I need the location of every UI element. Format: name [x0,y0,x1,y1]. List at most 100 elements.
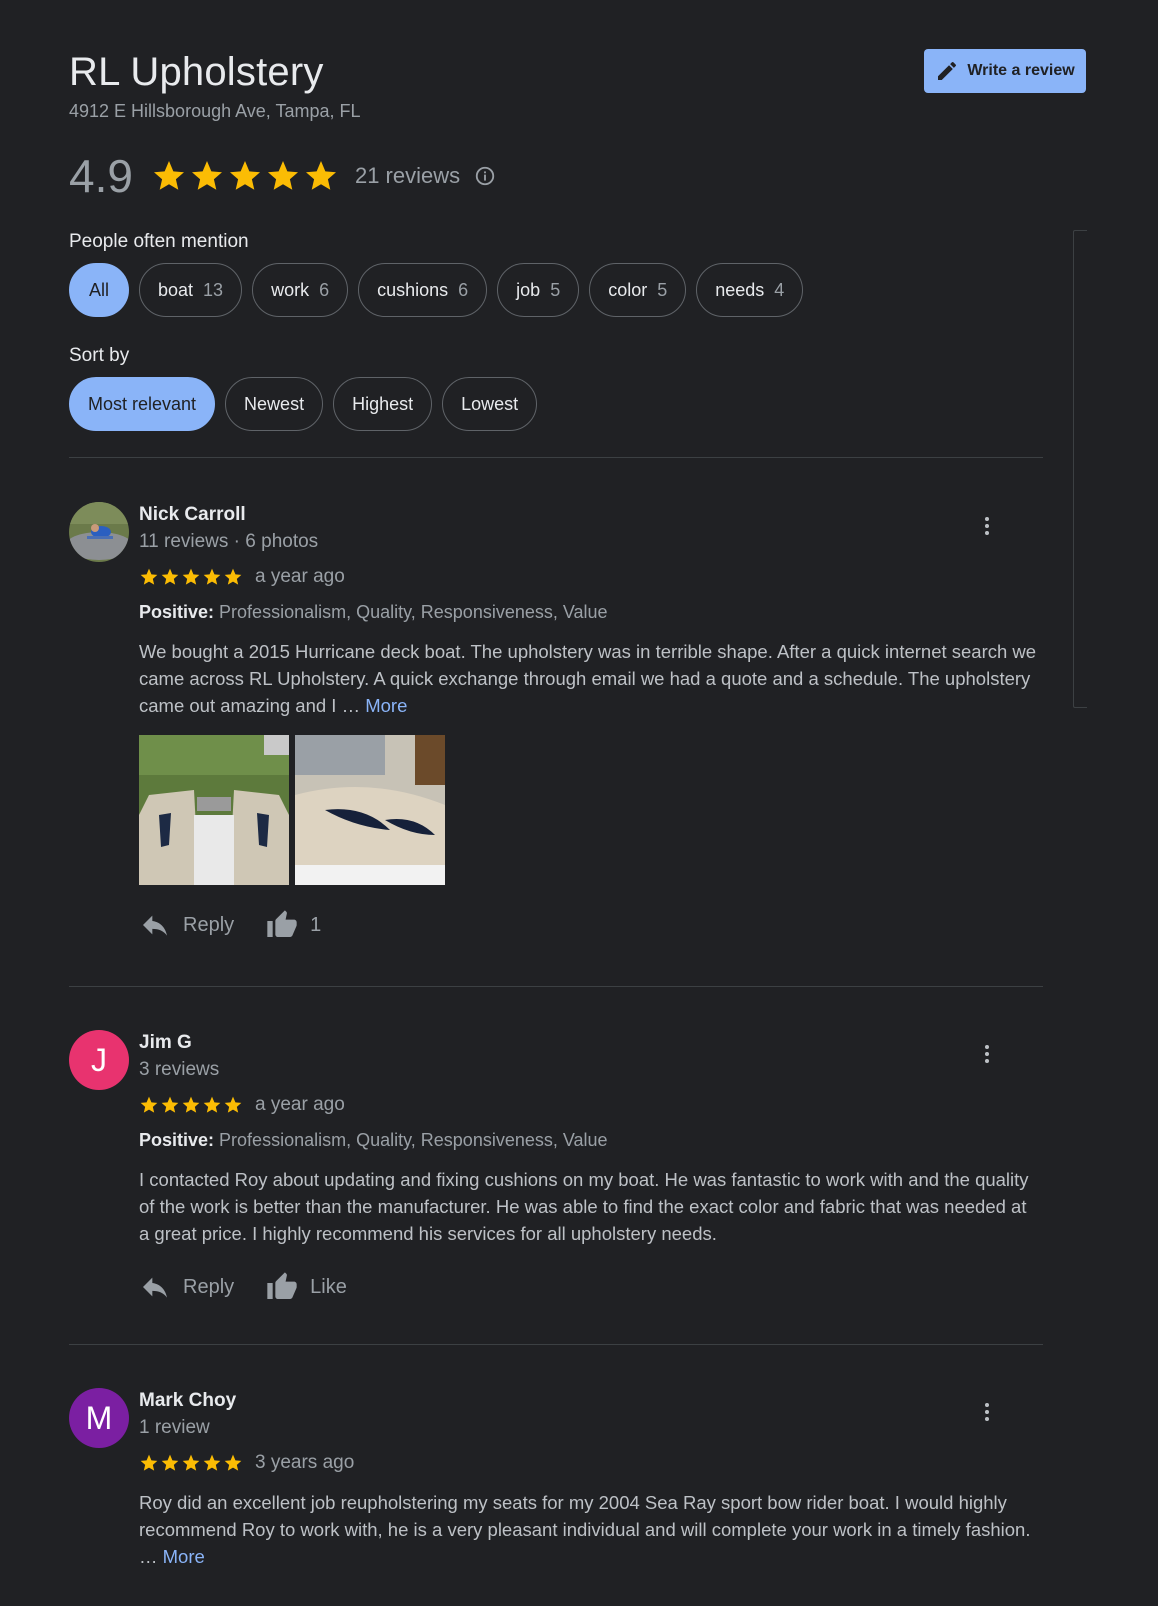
more-options-icon[interactable] [975,1400,999,1424]
star-icon [224,1454,242,1471]
thumbs-up-icon [267,1272,297,1299]
avatar-initial: J [91,1041,107,1078]
mention-chips: All boat 13 work 6 cushions 6 job 5 colo… [69,263,804,317]
reply-button[interactable]: Reply [139,909,234,941]
reviewer-meta: 3 reviews [139,1059,220,1080]
more-link[interactable]: More [365,695,407,716]
reply-icon [143,1277,167,1298]
chip-all[interactable]: All [69,263,129,317]
star-icon [182,568,200,585]
star-icon [224,1096,242,1113]
star-icon [224,568,242,585]
write-review-button[interactable]: Write a review [924,49,1086,93]
review-photos [139,735,1039,885]
reviewer-name[interactable]: Nick Carroll [139,502,1039,528]
positive-label: Positive: [139,1130,215,1150]
business-name: RL Upholstery [69,50,324,94]
avatar-photo [69,502,129,562]
star-icon [140,1096,158,1113]
chip-cushions[interactable]: cushions 6 [358,263,488,317]
chip-label: needs [715,279,765,300]
chip-count: 13 [203,279,224,300]
scrollbar[interactable] [1073,230,1087,708]
star-icon [203,568,221,585]
review-text: I contacted Roy about updating and fixin… [139,1169,1029,1244]
more-options-icon[interactable] [975,1042,999,1066]
review-photo[interactable] [295,735,445,885]
reply-button[interactable]: Reply [139,1271,234,1303]
like-label: Like [310,1275,347,1298]
sort-option-label: Most relevant [88,393,197,414]
reviewer-name[interactable]: Mark Choy [139,1388,1039,1414]
more-link[interactable]: More [163,1546,205,1567]
business-address: 4912 E Hillsborough Ave, Tampa, FL [69,101,361,121]
star-icon [191,161,222,190]
mentions-label: People often mention [69,231,249,252]
sort-lowest[interactable]: Lowest [442,377,538,431]
review-date: a year ago [255,566,345,587]
avatar[interactable]: M [69,1388,129,1448]
review-positive: Positive: Professionalism, Quality, Resp… [139,1128,1039,1152]
positive-tags: Professionalism, Quality, Responsiveness… [219,1130,608,1150]
review-positive: Positive: Professionalism, Quality, Resp… [139,600,1039,624]
sort-newest[interactable]: Newest [225,377,324,431]
chip-work[interactable]: work 6 [252,263,349,317]
like-button[interactable]: 1 [266,909,321,941]
star-icon [229,161,260,190]
star-icon [203,1454,221,1471]
more-options-icon[interactable] [975,514,999,538]
star-icon [140,568,158,585]
star-icon [161,1096,179,1113]
pencil-icon [938,61,957,80]
info-icon[interactable] [474,165,496,187]
review-date: a year ago [255,1094,345,1115]
chip-count: 6 [458,279,469,300]
review-date: 3 years ago [255,1452,355,1473]
avatar-initial: M [85,1399,113,1436]
star-icon [161,1454,179,1471]
star-icon [203,1096,221,1113]
avatar[interactable] [69,502,129,562]
star-icon [182,1096,200,1113]
chip-count: 5 [657,279,668,300]
chip-needs[interactable]: needs 4 [696,263,804,317]
chip-count: 5 [550,279,561,300]
review-stars [139,1095,243,1115]
rating-stars [151,158,339,194]
divider [69,1344,1043,1345]
sort-option-label: Highest [352,393,414,414]
sort-highest[interactable]: Highest [333,377,433,431]
reply-label: Reply [183,913,235,936]
reviewer-meta: 1 review [139,1417,210,1438]
chip-label: job [516,279,541,300]
reviewer-meta: 11 reviews · 6 photos [139,531,319,552]
chip-job[interactable]: job 5 [497,263,580,317]
star-icon [305,161,336,190]
review-text-body: We bought a 2015 Hurricane deck boat. Th… [139,641,1037,716]
review-text: Roy did an excellent job reupholstering … [139,1489,1039,1570]
reply-label: Reply [183,1275,235,1298]
review-stars [139,1453,243,1473]
sort-option-label: Newest [244,393,305,414]
chip-boat[interactable]: boat 13 [139,263,243,317]
chip-label: work [271,279,310,300]
thumbs-up-icon [267,910,297,937]
like-button[interactable]: Like [266,1271,347,1303]
review-photo[interactable] [139,735,289,885]
sort-most-relevant[interactable]: Most relevant [69,377,216,431]
like-count: 1 [310,913,322,936]
sort-label: Sort by [69,345,130,366]
chip-color[interactable]: color 5 [589,263,687,317]
reviewer-name[interactable]: Jim G [139,1030,1039,1056]
star-icon [161,568,179,585]
review-text-body: Roy did an excellent job reupholstering … [139,1492,1031,1567]
rating-summary: 4.9 21 reviews [69,148,496,204]
chip-label: boat [158,279,194,300]
divider [69,457,1043,458]
sort-chips: Most relevant Newest Highest Lowest [69,377,538,431]
chip-count: 6 [319,279,330,300]
positive-label: Positive: [139,602,215,622]
write-review-label: Write a review [967,62,1075,79]
avatar[interactable]: J [69,1030,129,1090]
star-icon [153,161,184,190]
